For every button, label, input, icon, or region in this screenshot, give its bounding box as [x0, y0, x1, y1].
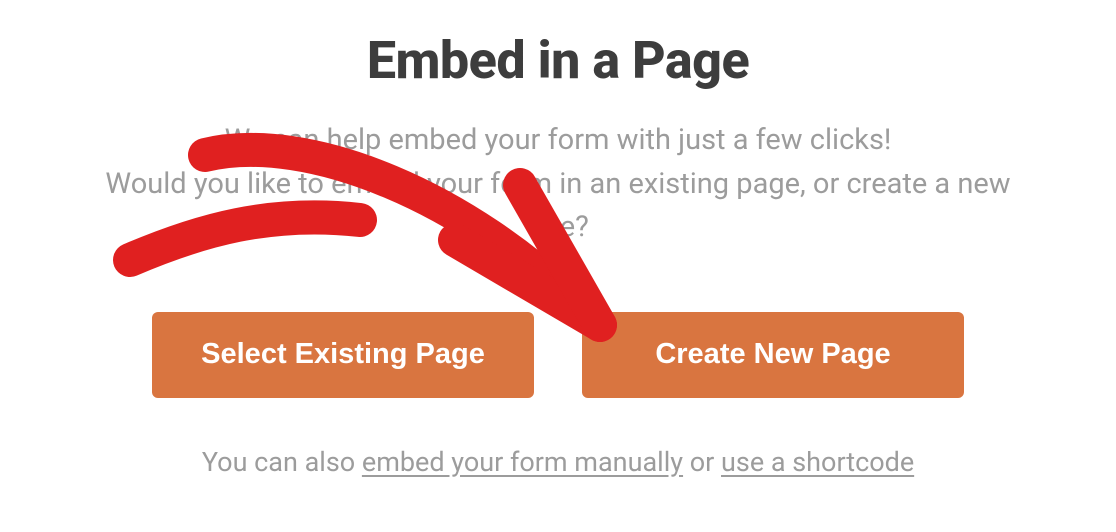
button-row: Select Existing Page Create New Page [0, 312, 1116, 398]
description-line-2: Would you like to embed your form in an … [105, 167, 1010, 245]
footer-text: You can also embed your form manually or… [0, 446, 1116, 478]
footer-middle: or [683, 446, 721, 478]
embed-dialog: Embed in a Page We can help embed your f… [0, 0, 1116, 532]
select-existing-page-button[interactable]: Select Existing Page [152, 312, 534, 398]
footer-prefix: You can also [202, 446, 362, 478]
description-line-1: We can help embed your form with just a … [225, 123, 892, 157]
embed-manually-link[interactable]: embed your form manually [362, 446, 683, 478]
use-shortcode-link[interactable]: use a shortcode [721, 446, 914, 478]
dialog-title: Embed in a Page [0, 30, 1116, 91]
create-new-page-button[interactable]: Create New Page [582, 312, 964, 398]
dialog-description: We can help embed your form with just a … [78, 119, 1038, 250]
